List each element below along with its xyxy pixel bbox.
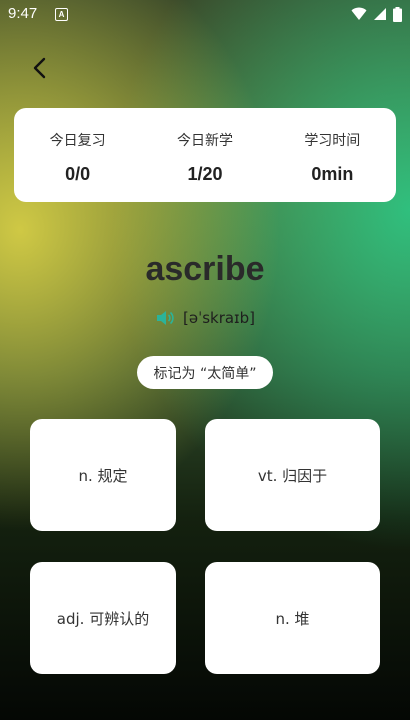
stat-review: 今日复习 0/0 (14, 108, 141, 202)
stat-time: 学习时间 0min (269, 108, 396, 202)
stat-time-label: 学习时间 (304, 133, 361, 149)
answer-option-3[interactable]: adj. 可辨认的 (30, 562, 176, 674)
answer-option-1[interactable]: n. 规定 (30, 419, 176, 531)
status-bar: 9:47 A (0, 0, 410, 28)
notification-app-icon: A (55, 8, 68, 21)
stat-new: 今日新学 1/20 (141, 108, 268, 202)
battery-icon (393, 6, 402, 22)
stat-new-label: 今日新学 (176, 133, 233, 149)
word-title: ascribe (145, 250, 265, 288)
status-time: 9:47 (8, 5, 38, 22)
stat-time-value: 0min (311, 164, 354, 184)
stats-card: 今日复习 0/0 今日新学 1/20 学习时间 0min (14, 108, 396, 202)
answer-option-4[interactable]: n. 堆 (205, 562, 380, 674)
phonetic-row: [əˈskraɪb] (0, 308, 410, 328)
phonetic-text: [əˈskraɪb] (182, 309, 255, 327)
status-icons (351, 6, 402, 22)
chevron-left-icon (33, 57, 46, 79)
back-button[interactable] (24, 52, 56, 84)
mark-too-easy-button[interactable]: 标记为 “太简单” (137, 356, 273, 389)
signal-icon (374, 8, 386, 20)
stat-review-label: 今日复习 (49, 133, 106, 149)
wifi-icon (351, 7, 367, 20)
answer-option-2[interactable]: vt. 归因于 (205, 419, 380, 531)
stat-review-value: 0/0 (65, 164, 91, 184)
speaker-icon[interactable] (155, 308, 175, 328)
stat-new-value: 1/20 (187, 164, 223, 184)
